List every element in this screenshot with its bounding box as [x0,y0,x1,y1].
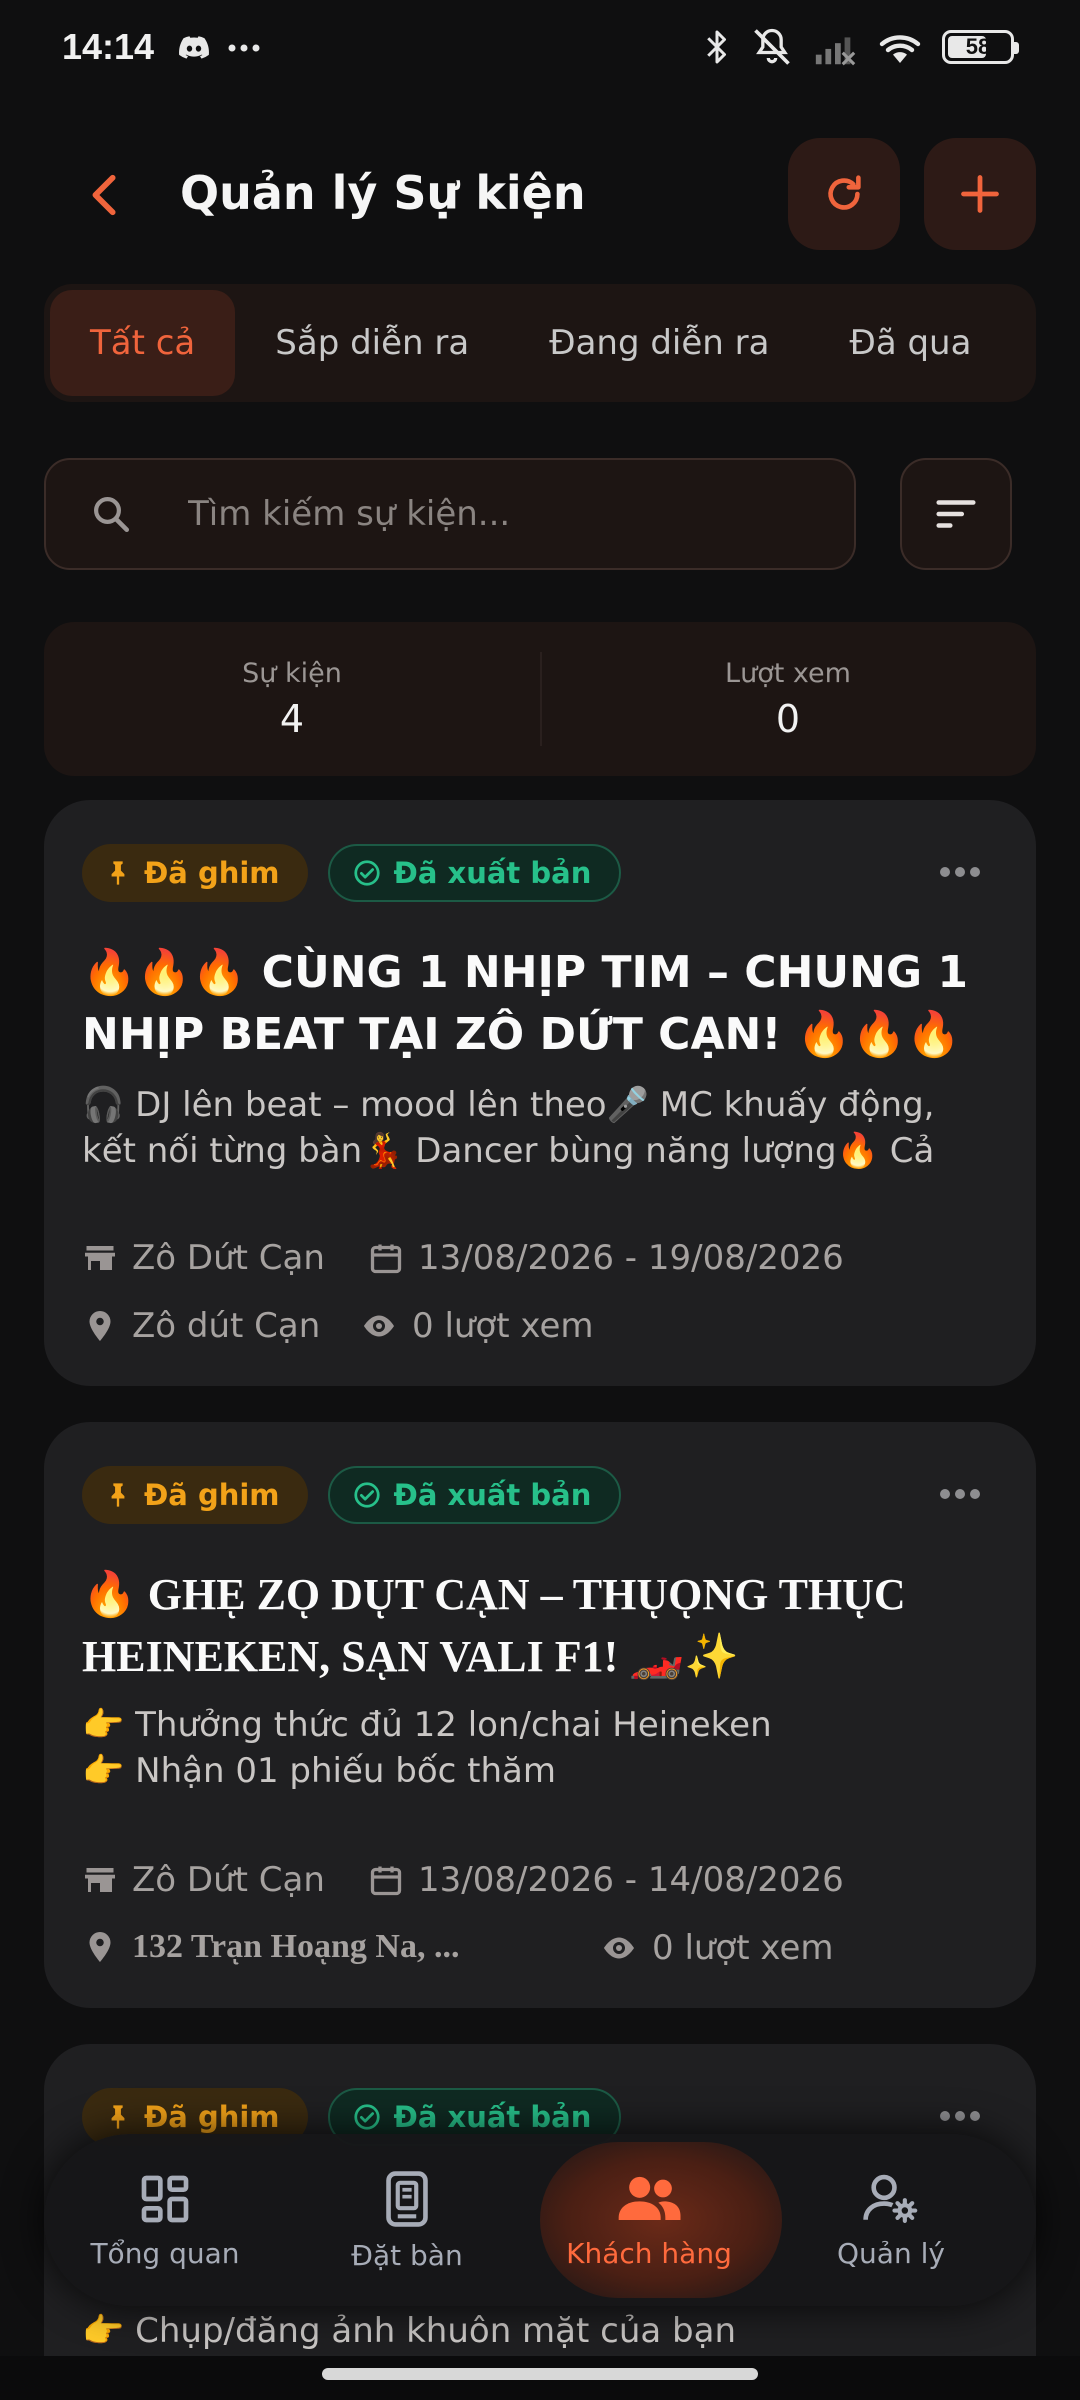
more-options-button[interactable] [930,852,990,892]
page-title: Quản lý Sự kiện [180,166,586,220]
check-circle-icon [353,1482,380,1508]
add-event-button[interactable] [924,138,1036,250]
event-description: 👉 Chụp/đăng ảnh khuôn mặt của bạn [82,2311,737,2351]
tab-past[interactable]: Đã qua [809,290,1011,396]
stat-views-value: 0 [775,696,801,741]
search-icon [90,493,150,535]
event-views: 0 lượt xem [600,1928,834,1968]
nav-customers[interactable]: Khách hàng [528,2134,770,2306]
tab-upcoming[interactable]: Sắp diễn ra [235,290,509,396]
dashboard-icon [141,2175,189,2222]
event-venue: Zô Dứt Cạn [82,1238,325,1278]
nav-label: Khách hàng [566,2236,732,2270]
check-circle-icon [353,860,380,886]
event-dates: 13/08/2026 - 14/08/2026 [368,1860,844,1900]
published-badge: Đã xuất bản [327,844,622,902]
status-bar: 14:14 58 [0,0,1080,96]
nav-label: Đặt bàn [351,2238,463,2272]
event-description: 👉 Thưởng thức đủ 12 lon/chai Heineken 👉 … [82,1705,772,1791]
stat-events: Sự kiện 4 [44,622,540,776]
pin-icon [111,861,125,885]
more-horizontal-icon [940,867,980,877]
battery-icon: 58 [942,30,1019,64]
more-options-button[interactable] [930,1474,990,1514]
nav-label: Quản lý [837,2236,945,2270]
signal-icon [815,37,856,66]
refresh-icon [828,175,861,210]
stat-views: Lượt xem 0 [540,622,1036,776]
event-views: 0 lượt xem [360,1306,594,1346]
store-icon [85,1246,115,1270]
home-indicator[interactable] [322,2368,758,2380]
customers-icon [618,2176,681,2220]
event-card[interactable]: Đã ghim Đã xuất bản 🔥 GHEͅ ZOͅ DUͅͅT CAͅ… [44,1422,1036,2008]
manage-user-settings-icon [863,2174,918,2223]
nav-overview[interactable]: Tổng quan [44,2134,286,2306]
bluetooth-icon [707,30,726,64]
pin-icon [111,1483,125,1507]
chevron-left-icon [92,174,116,216]
eye-icon [364,1315,394,1337]
event-venue: Zô Dứt Cạn [82,1860,325,1900]
app-header: Quản lý Sự kiện [0,130,1080,260]
pinned-badge: Đã ghim [82,1466,308,1524]
store-icon [85,1868,115,1892]
stat-events-label: Sự kiện [242,657,342,689]
stat-views-label: Lượt xem [725,657,851,689]
discord-icon [179,36,209,59]
stats-summary: Sự kiện 4 Lượt xem 0 [44,622,1036,776]
tab-ongoing[interactable]: Đang diễn ra [509,290,809,396]
bottom-navigation: Tổng quan Đặt bàn Khách hàng Quản lý [44,2134,1036,2306]
nav-manage[interactable]: Quản lý [770,2134,1012,2306]
event-description: 🎧 DJ lên beat – mood lên theo🎤 MC khuấy … [82,1085,935,1171]
status-time: 14:14 [62,26,155,67]
booking-icon [386,2170,428,2227]
calendar-icon [370,1244,402,1274]
check-circle-icon [353,2104,380,2130]
nav-label: Tổng quan [90,2236,240,2270]
sort-filter-button[interactable] [900,458,1012,570]
location-pin-icon [89,1311,111,1341]
event-title: 🔥 GHEͅ ZOͅ DUͅͅT CAͅN – THUͅOͅͅNG THUͅͅC… [82,1570,906,1681]
more-options-button[interactable] [930,2096,990,2136]
stat-events-value: 4 [279,696,305,741]
more-horizontal-icon [940,1489,980,1499]
wifi-icon [879,35,921,63]
event-title: 🔥🔥🔥 CÙNG 1 NHỊP TIM – CHUNG 1 NHỊP BEAT … [82,947,968,1060]
search-input[interactable] [188,494,828,534]
calendar-icon [370,1866,402,1896]
sort-icon [936,500,976,528]
event-location: Zô dút Cạn [82,1306,320,1346]
eye-icon [604,1937,634,1959]
more-horizontal-icon [940,2111,980,2121]
location-pin-icon [89,1932,111,1962]
plus-icon [961,175,999,213]
nav-booking[interactable]: Đặt bàn [286,2134,528,2306]
search-box [44,458,856,570]
back-button[interactable] [70,160,140,230]
published-badge: Đã xuất bản [327,1466,622,1524]
mute-icon [754,28,790,65]
tab-all[interactable]: Tất cả [50,290,236,396]
event-dates: 13/08/2026 - 19/08/2026 [368,1238,844,1278]
pinned-badge: Đã ghim [82,844,308,902]
event-location: 132 Traͅͅn Hoaͅng Na, ... [82,1928,459,1966]
event-filter-tabs: Tất cả Sắp diễn ra Đang diễn ra Đã qua [44,284,1036,402]
refresh-button[interactable] [788,138,900,250]
more-dots-icon [228,44,260,52]
pin-icon [111,2105,125,2129]
event-card[interactable]: Đã ghim Đã xuất bản 🔥🔥🔥 CÙNG 1 NHỊP TIM … [44,800,1036,1386]
